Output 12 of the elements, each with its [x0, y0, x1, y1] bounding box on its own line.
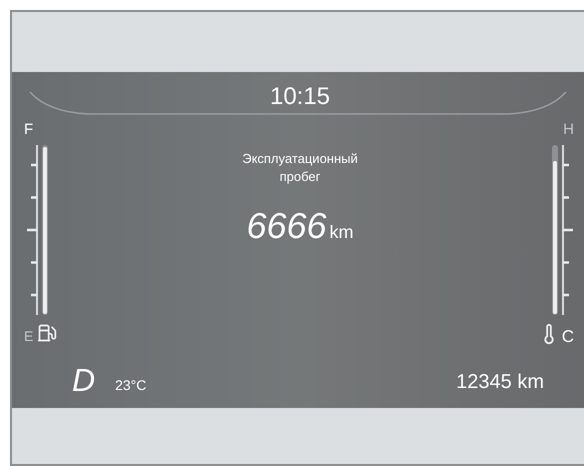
- info-title: Эксплуатационный пробег: [241, 150, 359, 186]
- fuel-pump-icon: [37, 323, 58, 343]
- fuel-full-label: F: [24, 122, 34, 137]
- gear-indicator: D: [72, 364, 96, 396]
- odometer: 12345 km: [456, 372, 544, 392]
- trip-unit: km: [330, 223, 354, 241]
- temp-hot-label: H: [563, 122, 574, 137]
- trip-distance: 6666: [246, 208, 327, 244]
- temp-cold-label: C: [562, 328, 574, 345]
- outside-temperature: 23°C: [115, 378, 146, 392]
- clock-time: 10:15: [270, 85, 330, 109]
- fuel-empty-label: E: [24, 329, 34, 343]
